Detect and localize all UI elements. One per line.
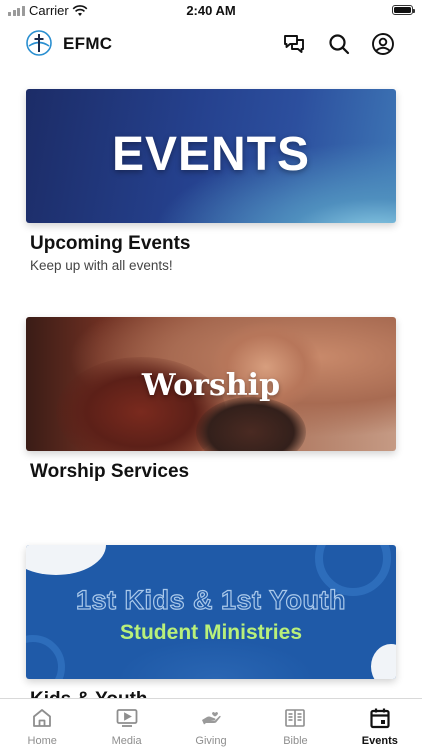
tab-bible[interactable]: Bible — [253, 699, 337, 750]
worship-banner[interactable]: Worship — [26, 317, 396, 451]
tab-label: Home — [27, 735, 57, 747]
clock: 2:40 AM — [186, 3, 236, 18]
card-subtitle: Keep up with all events! — [30, 258, 173, 273]
profile-icon[interactable] — [371, 32, 395, 56]
tab-home[interactable]: Home — [0, 699, 84, 750]
events-card[interactable]: EVENTS Upcoming Events Keep up with all … — [26, 89, 396, 273]
kids-youth-card[interactable]: 1st Kids & 1st Youth Student Ministries … — [26, 545, 396, 699]
card-title: Worship Services — [30, 461, 190, 482]
media-icon — [115, 706, 139, 730]
status-bar: Carrier 2:40 AM — [0, 0, 422, 22]
tab-giving[interactable]: Giving — [169, 699, 253, 750]
home-icon — [30, 706, 54, 730]
events-banner-text: EVENTS — [111, 128, 311, 181]
logo-icon[interactable] — [26, 30, 52, 56]
tab-label: Events — [361, 735, 398, 747]
app-title: EFMC — [63, 34, 113, 53]
kids-banner-subheading: Student Ministries — [119, 621, 303, 644]
tab-label: Media — [111, 735, 142, 747]
worship-card[interactable]: Worship Worship Services — [26, 317, 396, 483]
battery-icon — [392, 5, 415, 15]
kids-youth-banner[interactable]: 1st Kids & 1st Youth Student Ministries — [26, 545, 396, 679]
worship-banner-text: Worship — [141, 368, 281, 403]
tab-bar: Home Media Giving Bible Events — [0, 698, 422, 750]
events-banner[interactable]: EVENTS — [26, 89, 396, 223]
giving-icon — [199, 706, 223, 730]
content-list[interactable]: EVENTS Upcoming Events Keep up with all … — [0, 66, 422, 699]
search-icon[interactable] — [327, 32, 351, 56]
tab-events[interactable]: Events — [338, 699, 422, 750]
kids-banner-heading: 1st Kids & 1st Youth — [75, 584, 347, 615]
app-header: EFMC — [0, 22, 422, 66]
calendar-icon — [368, 706, 392, 730]
tab-label: Giving — [195, 735, 227, 747]
bible-icon — [283, 706, 307, 730]
tab-label: Bible — [283, 735, 308, 747]
tab-media[interactable]: Media — [84, 699, 168, 750]
chat-icon[interactable] — [282, 32, 306, 56]
card-title: Upcoming Events — [30, 233, 191, 254]
